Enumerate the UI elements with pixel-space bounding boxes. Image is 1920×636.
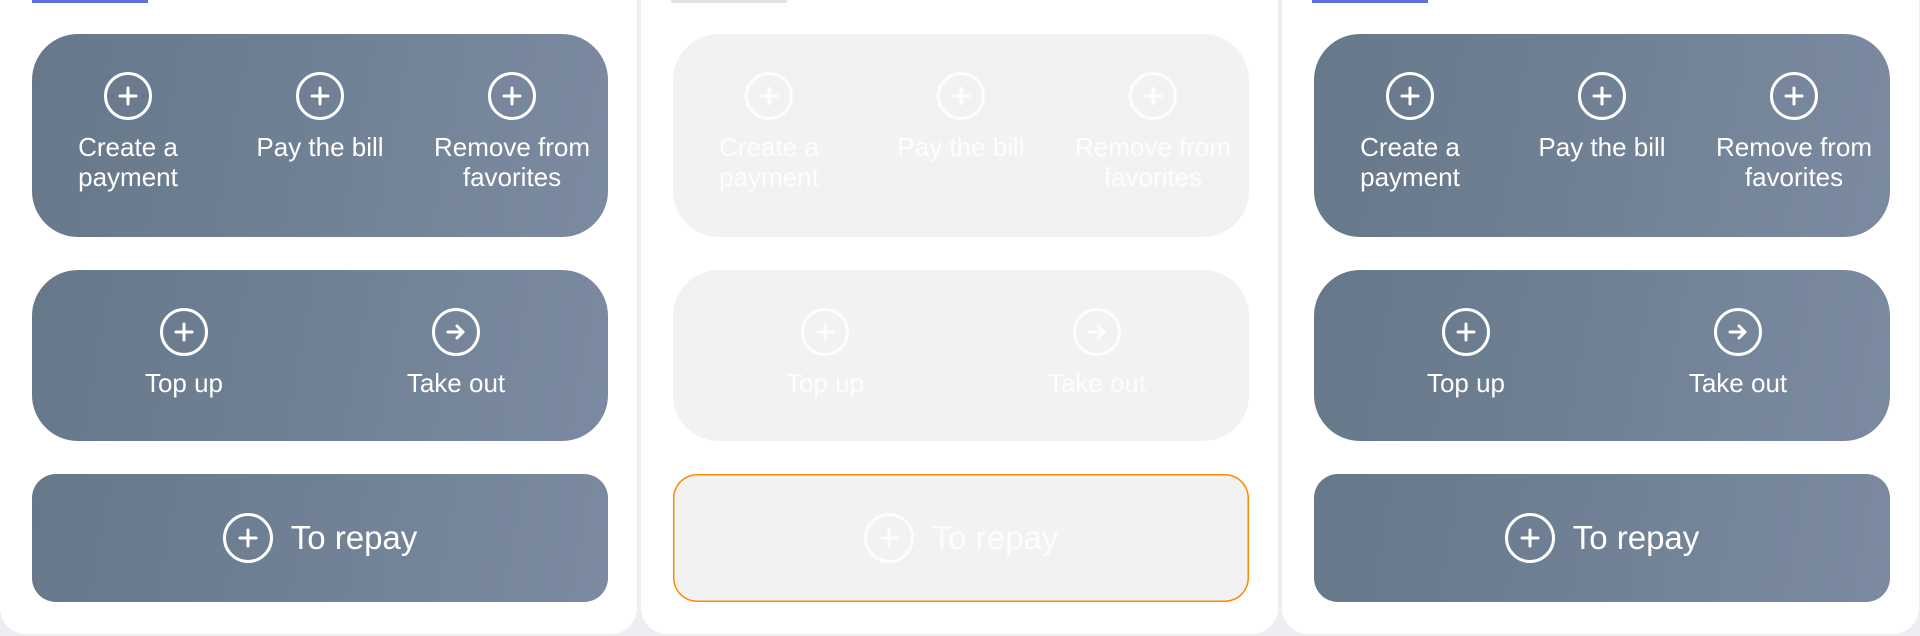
- take-out-label: Take out: [1688, 368, 1788, 398]
- to-repay-card: To repay: [1314, 474, 1890, 602]
- top-up-button-disabled: Top up: [729, 308, 921, 398]
- remove-favorites-button-disabled: Remove from favorites: [1057, 72, 1249, 192]
- top-up-button[interactable]: Top up: [88, 308, 280, 398]
- take-out-label: Take out: [406, 368, 506, 398]
- plus-circle-icon: [863, 513, 914, 563]
- top-up-label: Top up: [785, 368, 865, 398]
- tab-indicator: [1312, 0, 1428, 3]
- top-up-label: Top up: [144, 368, 224, 398]
- to-repay-button[interactable]: To repay: [222, 513, 418, 563]
- plus-circle-icon: [1442, 308, 1490, 356]
- variant-panel-default-2: Create a payment Pay the bill Remove fro…: [1282, 0, 1919, 634]
- pay-bill-button[interactable]: Pay the bill: [1506, 72, 1698, 192]
- to-repay-card-disabled: To repay: [673, 474, 1249, 602]
- take-out-label: Take out: [1047, 368, 1147, 398]
- action-card-two: Top up Take out: [1314, 270, 1890, 441]
- plus-circle-icon: [1129, 72, 1177, 120]
- pay-bill-label: Pay the bill: [256, 132, 384, 162]
- create-payment-button[interactable]: Create a payment: [32, 72, 224, 192]
- create-payment-label: Create a payment: [719, 132, 819, 192]
- to-repay-label: To repay: [931, 519, 1059, 556]
- top-up-button[interactable]: Top up: [1370, 308, 1562, 398]
- to-repay-card: To repay: [32, 474, 608, 602]
- to-repay-label: To repay: [290, 519, 418, 556]
- pay-bill-button-disabled: Pay the bill: [865, 72, 1057, 192]
- create-payment-label: Create a payment: [1360, 132, 1460, 192]
- tab-indicator: [671, 0, 787, 3]
- pay-bill-label: Pay the bill: [1538, 132, 1666, 162]
- arrow-right-circle-icon: [432, 308, 480, 356]
- arrow-right-circle-icon: [1714, 308, 1762, 356]
- action-card-two: Top up Take out: [32, 270, 608, 441]
- plus-circle-icon: [745, 72, 793, 120]
- plus-circle-icon: [296, 72, 344, 120]
- plus-circle-icon: [488, 72, 536, 120]
- action-card-three: Create a payment Pay the bill Remove fro…: [1314, 34, 1890, 237]
- plus-circle-icon: [1504, 513, 1555, 563]
- plus-circle-icon: [104, 72, 152, 120]
- plus-circle-icon: [937, 72, 985, 120]
- to-repay-button-disabled: To repay: [863, 513, 1059, 563]
- plus-circle-icon: [1770, 72, 1818, 120]
- plus-circle-icon: [1578, 72, 1626, 120]
- pay-bill-button[interactable]: Pay the bill: [224, 72, 416, 192]
- create-payment-button[interactable]: Create a payment: [1314, 72, 1506, 192]
- create-payment-button-disabled: Create a payment: [673, 72, 865, 192]
- variant-panel-disabled: Create a payment Pay the bill Remove fro…: [641, 0, 1278, 634]
- pay-bill-label: Pay the bill: [897, 132, 1025, 162]
- plus-circle-icon: [801, 308, 849, 356]
- remove-favorites-label: Remove from favorites: [433, 132, 591, 192]
- take-out-button-disabled: Take out: [1001, 308, 1193, 398]
- take-out-button[interactable]: Take out: [360, 308, 552, 398]
- arrow-right-circle-icon: [1073, 308, 1121, 356]
- remove-favorites-button[interactable]: Remove from favorites: [1698, 72, 1890, 192]
- action-card-three: Create a payment Pay the bill Remove fro…: [32, 34, 608, 237]
- create-payment-label: Create a payment: [78, 132, 178, 192]
- remove-favorites-label: Remove from favorites: [1715, 132, 1873, 192]
- take-out-button[interactable]: Take out: [1642, 308, 1834, 398]
- plus-circle-icon: [222, 513, 273, 563]
- variant-panel-default-1: Create a payment Pay the bill Remove fro…: [0, 0, 637, 634]
- to-repay-label: To repay: [1572, 519, 1700, 556]
- remove-favorites-label: Remove from favorites: [1074, 132, 1232, 192]
- plus-circle-icon: [1386, 72, 1434, 120]
- action-card-three-disabled: Create a payment Pay the bill Remove fro…: [673, 34, 1249, 237]
- tab-indicator: [32, 0, 148, 3]
- to-repay-button[interactable]: To repay: [1504, 513, 1700, 563]
- remove-favorites-button[interactable]: Remove from favorites: [416, 72, 608, 192]
- top-up-label: Top up: [1426, 368, 1506, 398]
- action-card-two-disabled: Top up Take out: [673, 270, 1249, 441]
- plus-circle-icon: [160, 308, 208, 356]
- action-cards-showcase: Create a payment Pay the bill Remove fro…: [0, 0, 1920, 636]
